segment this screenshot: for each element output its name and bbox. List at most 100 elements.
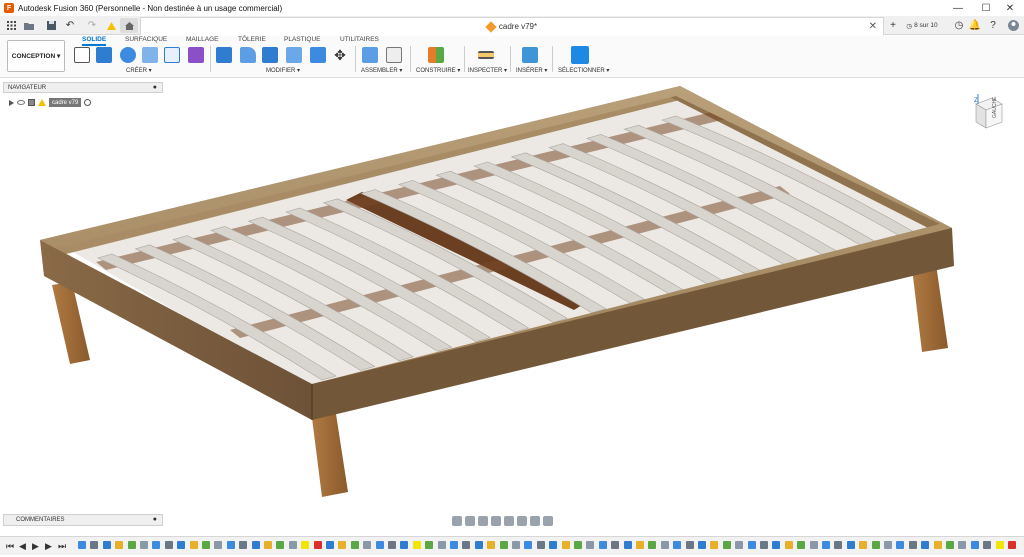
display-settings-icon[interactable] [517,515,527,526]
timeline-feature-icon[interactable] [871,541,880,549]
folder-icon[interactable] [22,18,36,33]
redo-icon[interactable]: ↷ [84,18,100,33]
timeline-feature-icon[interactable] [350,541,359,549]
form-icon[interactable] [188,47,204,63]
timeline-feature-icon[interactable] [859,541,868,549]
timeline-feature-icon[interactable] [1008,541,1016,549]
hole-icon[interactable] [142,47,158,63]
bell-icon[interactable]: 🔔 [968,18,982,33]
tab-utilitaires[interactable]: UTILITAIRES [340,36,379,43]
group-selectionner[interactable]: SÉLECTIONNER ▾ [558,67,609,74]
revolve-icon[interactable] [120,47,136,63]
grid-icon[interactable] [4,18,18,33]
timeline-feature-icon[interactable] [549,541,558,549]
timeline-feature-icon[interactable] [487,541,496,549]
minimize-button[interactable]: — [944,0,972,16]
new-tab-button[interactable]: + [886,18,900,33]
job-status[interactable]: ◷ 8 sur 10 [903,18,941,33]
document-tab[interactable]: cadre v79* ✕ [140,17,884,35]
add-comment-icon[interactable]: ● [153,516,157,523]
group-assembler[interactable]: ASSEMBLER ▾ [361,67,402,74]
timeline-feature-icon[interactable] [908,541,917,549]
timeline-feature-icon[interactable] [226,541,235,549]
timeline-feature-icon[interactable] [772,541,781,549]
timeline-feature-icon[interactable] [722,541,731,549]
timeline-feature-icon[interactable] [673,541,682,549]
timeline-feature-icon[interactable] [412,541,421,549]
timeline-feature-icon[interactable] [735,541,744,549]
timeline-feature-icon[interactable] [698,541,706,549]
timeline-feature-icon[interactable] [574,541,582,549]
timeline-feature-icon[interactable] [797,541,806,549]
expand-arrow-icon[interactable] [9,99,14,106]
group-modifier[interactable]: MODIFIER ▾ [266,67,300,74]
timeline-feature-icon[interactable] [933,541,942,549]
undo-icon[interactable]: ↶ [62,18,78,33]
timeline-feature-icon[interactable] [202,541,210,549]
timeline-feature-icon[interactable] [536,541,545,549]
home-icon[interactable] [120,18,138,33]
timeline-feature-icon[interactable] [747,541,756,549]
timeline-feature-icon[interactable] [846,541,855,549]
shell-icon[interactable] [286,47,302,63]
timeline-feature-icon[interactable] [834,541,843,549]
create-sketch-icon[interactable] [74,47,90,63]
tab-tolerie[interactable]: TÔLERIE [238,36,266,43]
timeline-feature-icon[interactable] [338,541,347,549]
group-creer[interactable]: CRÉER ▾ [126,67,152,74]
timeline-feature-icon[interactable] [388,541,396,549]
timeline-feature-icon[interactable] [140,541,148,549]
grid-settings-icon[interactable] [530,515,540,526]
tab-solide[interactable]: SOLIDE [82,36,107,46]
timeline-feature-icon[interactable] [685,541,694,549]
timeline-feature-icon[interactable] [561,541,570,549]
timeline-feature-icon[interactable] [127,541,136,549]
extrude-icon[interactable] [96,47,112,63]
timeline-back-button[interactable]: ◀ [19,541,26,552]
timeline-feature-icon[interactable] [462,541,471,549]
timeline-feature-icon[interactable] [288,541,297,549]
pattern-icon[interactable] [164,47,180,63]
timeline-feature-icon[interactable] [822,541,830,549]
timeline-feature-icon[interactable] [474,541,483,549]
look-at-icon[interactable] [465,515,475,526]
panel-options-icon[interactable]: ● [153,84,157,91]
timeline-feature-icon[interactable] [437,541,446,549]
timeline-feature-icon[interactable] [921,541,930,549]
timeline-feature-icon[interactable] [78,541,86,549]
combine-icon[interactable] [310,47,326,63]
zoom-icon[interactable] [491,515,501,526]
orbit-icon[interactable] [452,515,462,526]
timeline-feature-icon[interactable] [276,541,285,549]
timeline-feature-icon[interactable] [251,541,260,549]
timeline-feature-icon[interactable] [983,541,992,549]
timeline-start-button[interactable]: ⏮ [6,541,14,552]
timeline-feature-icon[interactable] [425,541,434,549]
select-icon[interactable] [571,46,589,64]
insert-image-icon[interactable] [522,47,538,63]
timeline-feature-icon[interactable] [636,541,644,549]
save-icon[interactable] [44,18,58,33]
close-tab-icon[interactable]: ✕ [869,21,877,32]
timeline-feature-icon[interactable] [512,541,520,549]
timeline-feature-icon[interactable] [450,541,458,549]
clock-icon[interactable]: ◷ [952,18,966,33]
timeline-feature-icon[interactable] [264,541,272,549]
viewports-icon[interactable] [543,515,553,526]
3d-viewport[interactable] [0,78,1024,513]
timeline-feature-icon[interactable] [524,541,533,549]
timeline-forward-button[interactable]: ▶ [45,541,52,552]
help-icon[interactable]: ? [986,18,1000,33]
timeline-feature-icon[interactable] [214,541,223,549]
timeline-feature-icon[interactable] [970,541,979,549]
timeline-feature-icon[interactable] [363,541,372,549]
timeline-feature-icon[interactable] [499,541,508,549]
viewcube[interactable]: GAUCHE Z [968,92,1008,132]
timeline-feature-icon[interactable] [958,541,967,549]
timeline-feature-icon[interactable] [884,541,892,549]
fillet-icon[interactable] [240,47,256,63]
browser-root-node[interactable]: cadre v79 [9,97,129,108]
activate-radio-icon[interactable] [84,99,92,106]
component-label[interactable]: cadre v79 [49,98,82,107]
timeline-feature-icon[interactable] [760,541,768,549]
